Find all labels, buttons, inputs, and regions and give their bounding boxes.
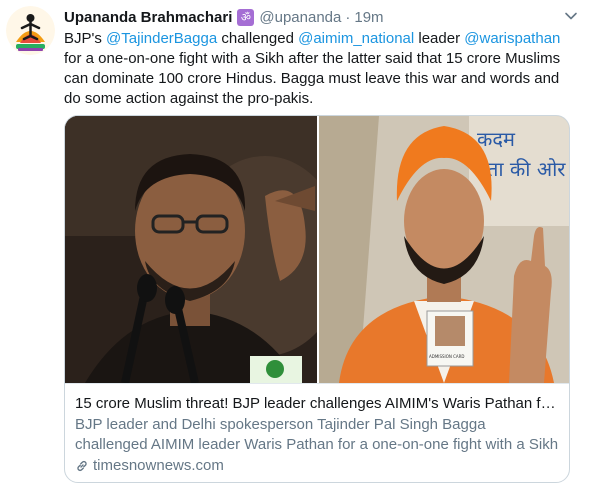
card-image-bagga: कदम ता की ओर ADMISSION CARD	[319, 116, 569, 383]
card-description: BJP leader and Delhi spokesperson Tajind…	[75, 416, 559, 453]
tweet-text-segment: leader	[414, 30, 465, 47]
separator-dot: ·	[345, 8, 351, 26]
user-handle[interactable]: @upananda	[259, 9, 341, 26]
card-image-speaker	[65, 116, 317, 383]
link-card[interactable]: कदम ता की ओर ADMISSION CARD 15 crore Mus…	[64, 115, 570, 483]
card-title[interactable]: 15 crore Muslim threat! BJP leader chall…	[75, 394, 559, 414]
card-body[interactable]: 15 crore Muslim threat! BJP leader chall…	[65, 383, 569, 482]
link-icon	[77, 460, 87, 472]
mention-tajinderbagga[interactable]: @TajinderBagga	[106, 30, 217, 47]
timestamp[interactable]: 19m	[354, 9, 383, 26]
avatar[interactable]	[6, 6, 55, 55]
tweet-header: Upananda Brahmachari ॐ @upananda · 19m	[64, 6, 384, 28]
id-card-text: ADMISSION CARD	[429, 354, 465, 359]
om-badge-icon: ॐ	[237, 8, 255, 26]
display-name[interactable]: Upananda Brahmachari	[64, 9, 232, 26]
mention-warispathan[interactable]: @warispathan	[464, 30, 560, 47]
banner-text-line2: ता की ओर	[487, 157, 566, 181]
banner-text-line1: कदम	[477, 127, 516, 151]
card-images[interactable]: कदम ता की ओर ADMISSION CARD	[65, 116, 569, 383]
tweet-text-segment: challenged	[217, 30, 299, 47]
tweet-text: BJP's @TajinderBagga challenged @aimim_n…	[64, 29, 579, 109]
tweet-text-segment: BJP's	[64, 30, 107, 47]
card-domain[interactable]: timesnownews.com	[75, 456, 559, 476]
chevron-down-icon[interactable]	[564, 9, 578, 23]
card-domain-text: timesnownews.com	[93, 457, 224, 474]
tweet[interactable]: Upananda Brahmachari ॐ @upananda · 19m B…	[0, 0, 590, 494]
mention-aimim-national[interactable]: @aimim_national	[298, 30, 414, 47]
tweet-text-segment: for a one-on-one fight with a Sikh after…	[64, 50, 561, 107]
